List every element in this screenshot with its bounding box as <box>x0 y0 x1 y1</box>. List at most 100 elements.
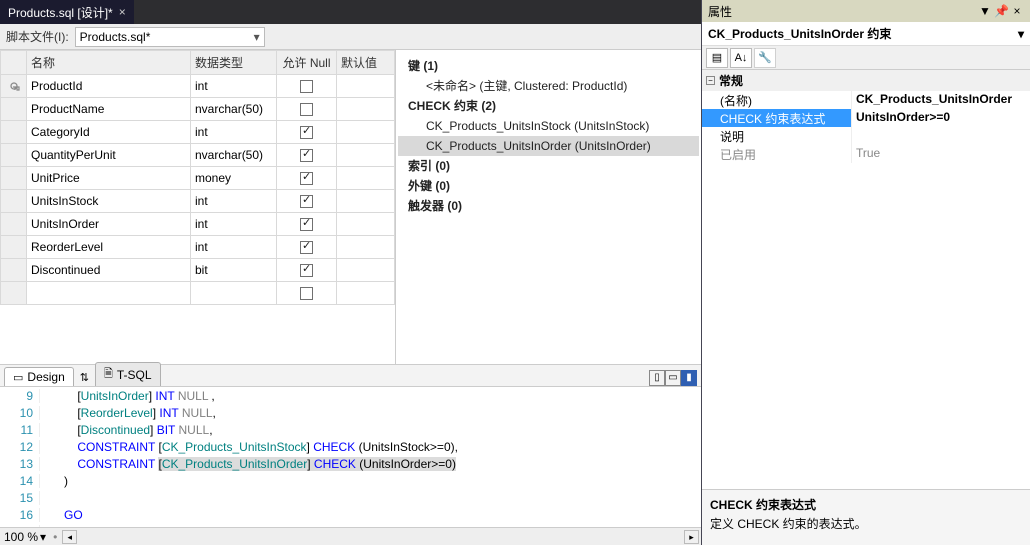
cell-name[interactable]: QuantityPerUnit <box>27 144 191 167</box>
table-row[interactable]: CategoryId int <box>1 121 395 144</box>
cell-allow-null[interactable] <box>277 167 337 190</box>
row-header[interactable] <box>1 144 27 167</box>
property-row[interactable]: 已启用True <box>702 145 1030 163</box>
cell-type[interactable]: nvarchar(50) <box>191 144 277 167</box>
table-row[interactable]: ProductId int <box>1 75 395 98</box>
checkbox-icon[interactable] <box>300 264 313 277</box>
cell-type[interactable]: int <box>191 121 277 144</box>
dropdown-icon[interactable]: ▼ <box>978 4 992 18</box>
row-header[interactable] <box>1 75 27 98</box>
code-line[interactable]: 17EXEC sp_addextendedproperty @name = N'… <box>0 523 701 527</box>
cell-name[interactable]: UnitPrice <box>27 167 191 190</box>
split-h-icon[interactable]: ▯ <box>649 370 665 386</box>
row-header[interactable] <box>1 236 27 259</box>
table-row[interactable]: Discontinued bit <box>1 259 395 282</box>
cell-default[interactable] <box>337 259 395 282</box>
scroll-left-icon[interactable]: ◂ <box>62 530 77 544</box>
alphabetical-button[interactable]: A↓ <box>730 48 752 68</box>
code-line[interactable]: 9 [UnitsInOrder] INT NULL , <box>0 387 701 404</box>
properties-object-combo[interactable]: CK_Products_UnitsInOrder 约束 ▾ <box>702 22 1030 46</box>
cell-type[interactable]: int <box>191 213 277 236</box>
close-icon[interactable]: × <box>119 5 126 19</box>
tree-check-item[interactable]: CK_Products_UnitsInStock (UnitsInStock) <box>398 116 699 136</box>
property-row[interactable]: 说明 <box>702 127 1030 145</box>
columns-grid[interactable]: 名称 数据类型 允许 Null 默认值 ProductId int Produc… <box>0 50 395 305</box>
property-value[interactable]: CK_Products_UnitsInOrder <box>852 91 1030 109</box>
property-row[interactable]: CHECK 约束表达式UnitsInOrder>=0 <box>702 109 1030 127</box>
tree-trigger[interactable]: 触发器 (0) <box>398 196 699 216</box>
cell-name[interactable]: Discontinued <box>27 259 191 282</box>
table-row[interactable]: QuantityPerUnit nvarchar(50) <box>1 144 395 167</box>
tree-keys[interactable]: 键 (1) <box>398 56 699 76</box>
code-line[interactable]: 14) <box>0 472 701 489</box>
table-row[interactable]: UnitsInStock int <box>1 190 395 213</box>
cell-name[interactable]: UnitsInStock <box>27 190 191 213</box>
cell-name[interactable]: CategoryId <box>27 121 191 144</box>
pin-icon[interactable]: 📌 <box>994 4 1008 18</box>
row-header[interactable] <box>1 213 27 236</box>
code-line[interactable]: 13 CONSTRAINT [CK_Products_UnitsInOrder]… <box>0 455 701 472</box>
cell-type[interactable]: bit <box>191 259 277 282</box>
col-header-default[interactable]: 默认值 <box>337 51 395 75</box>
col-header-type[interactable]: 数据类型 <box>191 51 277 75</box>
cell-type[interactable]: nvarchar(50) <box>191 98 277 121</box>
cell-name[interactable]: ReorderLevel <box>27 236 191 259</box>
col-header-null[interactable]: 允许 Null <box>277 51 337 75</box>
cell-default[interactable] <box>337 121 395 144</box>
cell-allow-null[interactable] <box>277 190 337 213</box>
cell-allow-null[interactable] <box>277 75 337 98</box>
cell-default[interactable] <box>337 213 395 236</box>
cell-default[interactable] <box>337 144 395 167</box>
checkbox-icon[interactable] <box>300 287 313 300</box>
cell-default[interactable] <box>337 190 395 213</box>
cell-type[interactable]: int <box>191 236 277 259</box>
cell-default[interactable] <box>337 167 395 190</box>
property-value[interactable]: UnitsInOrder>=0 <box>852 109 1030 127</box>
zoom-combo[interactable]: 100 % ▾ <box>0 530 50 544</box>
property-row[interactable]: (名称)CK_Products_UnitsInOrder <box>702 91 1030 109</box>
row-header[interactable] <box>1 259 27 282</box>
cell-allow-null[interactable] <box>277 98 337 121</box>
cell-default[interactable] <box>337 98 395 121</box>
code-line[interactable]: 10 [ReorderLevel] INT NULL, <box>0 404 701 421</box>
checkbox-icon[interactable] <box>300 80 313 93</box>
cell-allow-null[interactable] <box>277 144 337 167</box>
row-header[interactable] <box>1 167 27 190</box>
code-line[interactable]: 15 <box>0 489 701 506</box>
property-value[interactable] <box>852 127 1030 145</box>
tsql-editor[interactable]: 9 [UnitsInOrder] INT NULL ,10 [ReorderLe… <box>0 387 701 545</box>
checkbox-icon[interactable] <box>300 195 313 208</box>
cell-default[interactable] <box>337 75 395 98</box>
swap-button[interactable]: ⇅ <box>76 369 93 386</box>
checkbox-icon[interactable] <box>300 149 313 162</box>
script-file-combo[interactable]: Products.sql* ▾ <box>75 27 265 47</box>
cell-name[interactable]: ProductId <box>27 75 191 98</box>
property-category[interactable]: − 常规 <box>702 70 1030 91</box>
tab-tsql[interactable]: 🗎 T-SQL <box>95 362 161 386</box>
checkbox-icon[interactable] <box>300 172 313 185</box>
cell-allow-null[interactable] <box>277 121 337 144</box>
table-row[interactable]: ReorderLevel int <box>1 236 395 259</box>
cell-type[interactable]: money <box>191 167 277 190</box>
cell-allow-null[interactable] <box>277 213 337 236</box>
scroll-right-icon[interactable]: ▸ <box>684 530 699 544</box>
document-tab[interactable]: Products.sql [设计]* × <box>0 0 134 24</box>
table-row[interactable]: UnitPrice money <box>1 167 395 190</box>
cell-name[interactable]: UnitsInOrder <box>27 213 191 236</box>
close-icon[interactable]: × <box>1010 4 1024 18</box>
cell-allow-null[interactable] <box>277 236 337 259</box>
cell-default[interactable] <box>337 236 395 259</box>
split-v-icon[interactable]: ▭ <box>665 370 681 386</box>
tab-design[interactable]: ▭ Design <box>4 367 74 386</box>
checkbox-icon[interactable] <box>300 103 313 116</box>
cell-type[interactable]: int <box>191 190 277 213</box>
categorized-button[interactable]: ▤ <box>706 48 728 68</box>
tree-check-item-selected[interactable]: CK_Products_UnitsInOrder (UnitsInOrder) <box>398 136 699 156</box>
table-row[interactable]: ProductName nvarchar(50) <box>1 98 395 121</box>
col-header-name[interactable]: 名称 <box>27 51 191 75</box>
code-line[interactable]: 11 [Discontinued] BIT NULL, <box>0 421 701 438</box>
row-header[interactable] <box>1 121 27 144</box>
checkbox-icon[interactable] <box>300 241 313 254</box>
code-line[interactable]: 16GO <box>0 506 701 523</box>
checkbox-icon[interactable] <box>300 218 313 231</box>
